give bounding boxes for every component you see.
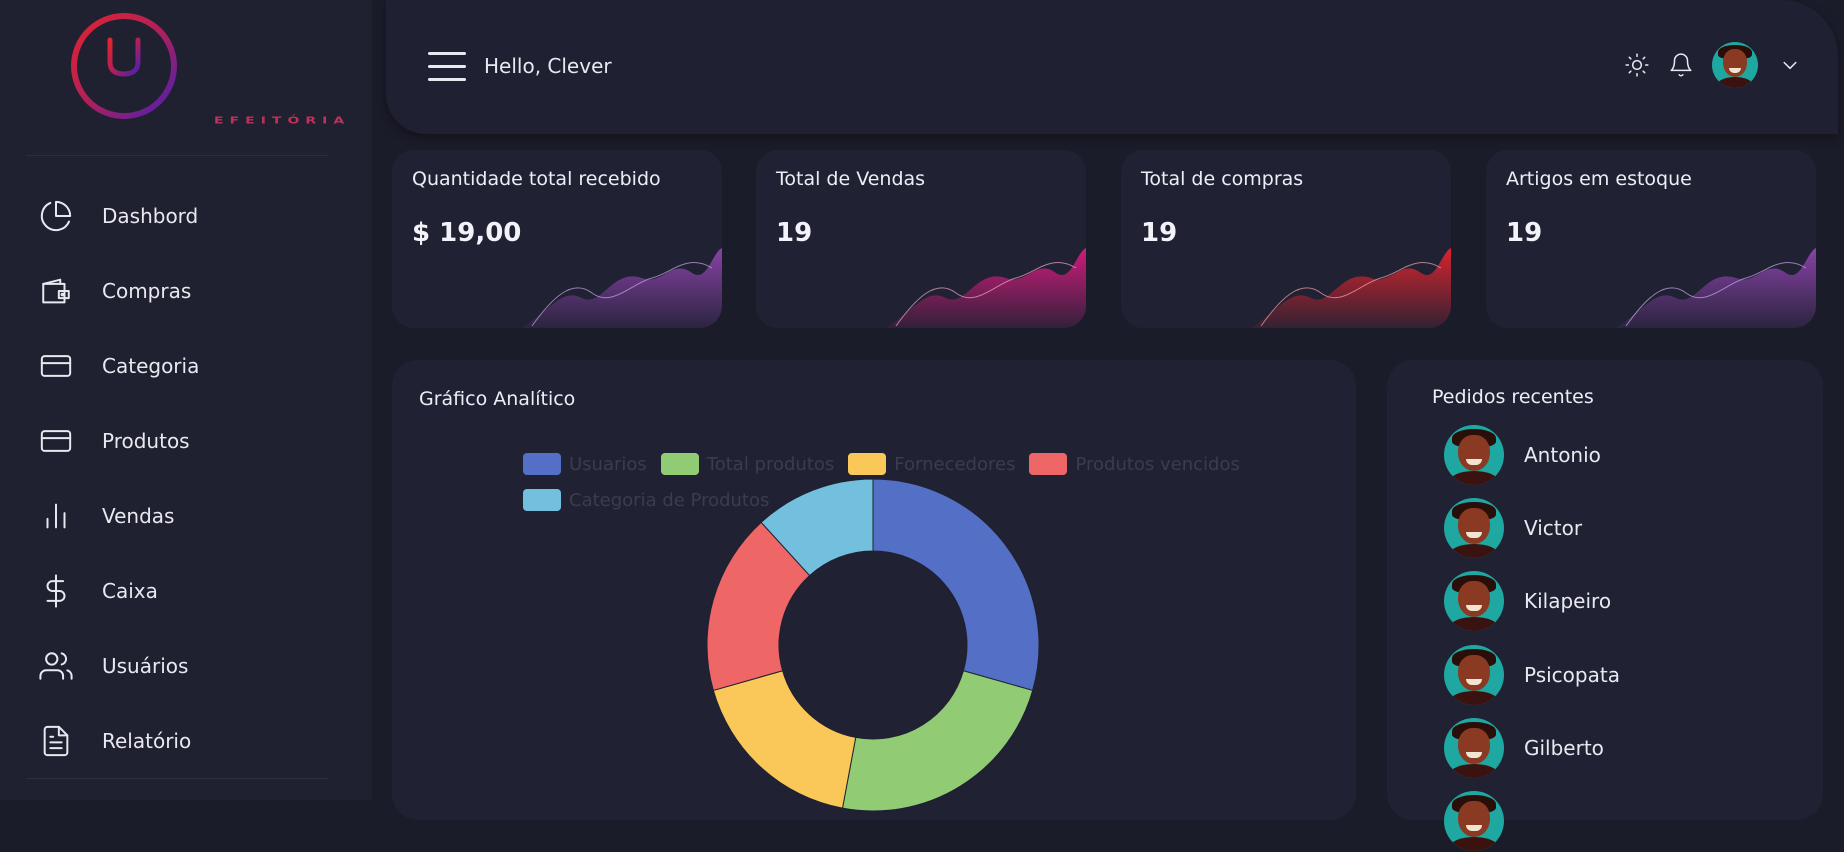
chevron-down-icon[interactable] [1780,55,1800,75]
users-icon [38,648,74,684]
sidebar-item-label: Caixa [102,578,158,603]
avatar [1444,571,1504,631]
donut-slice[interactable] [872,478,1040,692]
stat-card-title: Total de compras [1141,168,1304,190]
order-customer-name: Gilberto [1524,736,1604,760]
sidebar-item-label: Vendas [102,503,175,528]
credit-card-icon [38,423,74,459]
bell-icon[interactable] [1668,52,1694,78]
panel-title: Pedidos recentes [1432,386,1594,408]
legend-item[interactable]: Usuarios [523,446,647,482]
sidebar-item-compras[interactable]: Compras [0,253,372,328]
avatar [1444,498,1504,558]
analytics-panel: Gráfico Analítico Usuarios Total produtos… [392,360,1356,820]
sidebar-item-label: Usuários [102,653,189,678]
legend-swatch [848,453,887,475]
avatar [1444,718,1504,778]
donut-slice[interactable] [841,670,1034,812]
legend-swatch [523,453,561,475]
greeting-text: Hello, Clever [484,54,612,78]
sidebar-item-vendas[interactable]: Vendas [0,478,372,553]
legend-label: Fornecedores [894,453,1016,475]
legend-label: Total produtos [706,453,835,475]
stat-card-title: Artigos em estoque [1506,168,1692,190]
sidebar-item-label: Categoria [102,353,200,378]
stat-card-value: $ 19,00 [412,218,522,248]
legend-swatch [1029,453,1068,475]
sparkline [1251,248,1451,328]
top-header: Hello, Clever [386,0,1838,134]
order-customer-name: Antonio [1524,443,1601,467]
pie-chart-icon [38,198,74,234]
bar-chart-icon [38,498,74,534]
list-item[interactable]: Victor [1444,497,1582,559]
sidebar-item-label: Relatório [102,728,192,753]
sidebar-item-categoria[interactable]: Categoria [0,328,372,403]
sidebar-divider [26,155,328,156]
sparkline [1616,248,1816,328]
sun-icon[interactable] [1624,52,1650,78]
stat-card-value: 19 [1506,218,1543,248]
legend-item[interactable]: Produtos vencidos [1029,446,1240,482]
avatar [1444,791,1504,851]
recent-orders-panel: Pedidos recentes Antonio Victor Kilapeir… [1387,360,1823,851]
legend-item[interactable]: Total produtos [660,446,835,482]
avatar [1444,645,1504,705]
sidebar-item-label: Compras [102,278,192,303]
brand-logo[interactable]: EFEITÓRIA [64,10,344,130]
list-item[interactable]: Gilberto [1444,717,1604,779]
sidebar-item-relatorio[interactable]: Relatório [0,703,372,778]
stat-card-recebido: Quantidade total recebido $ 19,00 [392,150,722,328]
wallet-icon [38,273,74,309]
menu-icon[interactable] [428,52,466,82]
stat-card-title: Quantidade total recebido [412,168,661,190]
panel-title: Gráfico Analítico [419,388,576,410]
sidebar: EFEITÓRIA Dashbord Compras Categoria Pro… [0,0,372,800]
sidebar-item-usuarios[interactable]: Usuários [0,628,372,703]
sidebar-item-label: Dashbord [102,203,199,228]
order-customer-name: Victor [1524,516,1583,540]
brand-logo-text: EFEITÓRIA [214,115,351,127]
sidebar-item-caixa[interactable]: Caixa [0,553,372,628]
avatar [1444,425,1504,485]
stat-card-estoque: Artigos em estoque 19 [1486,150,1816,328]
sidebar-item-label: Produtos [102,428,190,453]
legend-item[interactable]: Fornecedores [848,446,1015,482]
sparkline [522,248,722,328]
stat-card-value: 19 [776,218,813,248]
donut-slice[interactable] [712,670,857,809]
sidebar-divider [26,778,328,779]
credit-card-icon [38,348,74,384]
stat-card-title: Total de Vendas [776,168,926,190]
legend-swatch [660,453,699,475]
dollar-icon [38,573,74,609]
stat-card-vendas: Total de Vendas 19 [756,150,1086,328]
donut-chart [706,478,1040,812]
stat-card-compras: Total de compras 19 [1121,150,1451,328]
legend-swatch [523,489,561,511]
list-item[interactable]: Psicopata [1444,644,1620,706]
user-avatar[interactable] [1712,42,1758,88]
legend-label: Usuarios [569,453,647,475]
avatar [1712,42,1758,88]
sidebar-item-dashboard[interactable]: Dashbord [0,178,372,253]
list-item[interactable]: Antonio [1444,424,1601,486]
sidebar-nav: Dashbord Compras Categoria Produtos Vend… [0,178,372,778]
legend-label: Produtos vencidos [1075,453,1240,475]
sparkline [886,248,1086,328]
sidebar-item-produtos[interactable]: Produtos [0,403,372,478]
order-customer-name: Psicopata [1524,663,1620,687]
list-item[interactable]: Kilapeiro [1444,570,1611,632]
file-text-icon [38,723,74,759]
list-item[interactable] [1444,790,1504,852]
stat-card-value: 19 [1141,218,1178,248]
order-customer-name: Kilapeiro [1524,589,1612,613]
